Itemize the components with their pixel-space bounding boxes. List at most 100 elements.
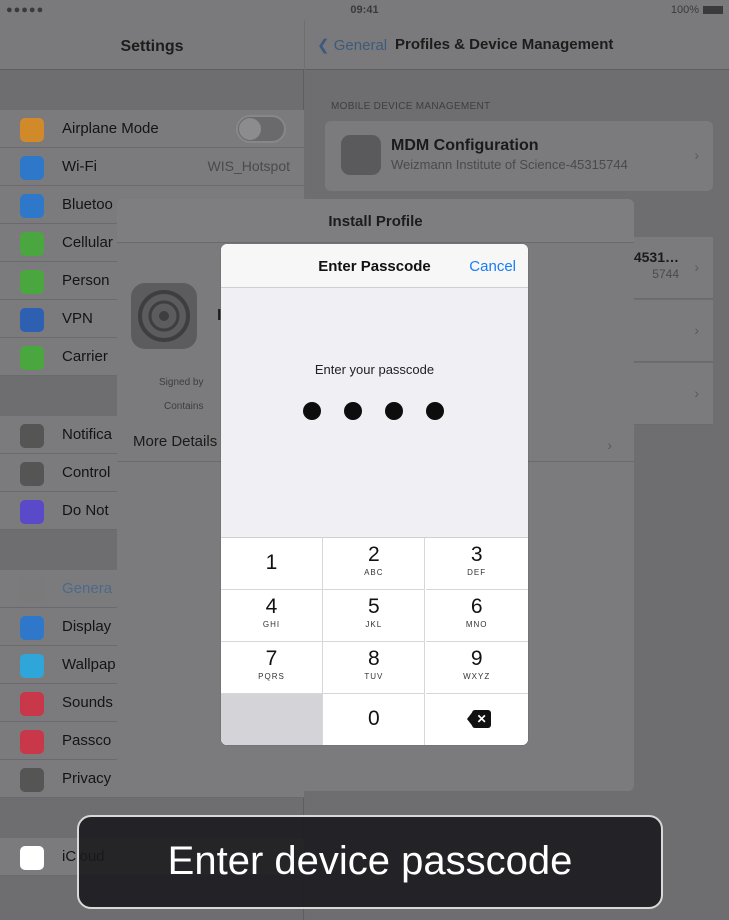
passcode-prompt: Enter your passcode: [314, 362, 435, 377]
sounds-icon: [20, 692, 44, 716]
key-4[interactable]: 4 GHI: [221, 590, 323, 642]
detail-title: Profiles & Device Management: [395, 36, 614, 53]
keypad-blank: [221, 694, 323, 745]
key-digit: 6: [470, 595, 483, 618]
key-letters: TUV: [364, 672, 384, 681]
settings-row-label: Cellular: [62, 234, 113, 251]
key-0[interactable]: 0: [323, 694, 426, 745]
mdm-subtitle: Weizmann Institute of Science-45315744: [391, 157, 628, 172]
key-digit: 5: [367, 595, 380, 618]
settings-row[interactable]: Wi-Fi WIS_Hotspot: [0, 148, 304, 186]
key-6[interactable]: 6 MNO: [425, 590, 528, 642]
wallpaper-icon: [20, 654, 44, 678]
sheet-header: Install Profile: [117, 199, 634, 243]
key-8[interactable]: 8 TUV: [323, 642, 426, 694]
detail-header: ❮ General Profiles & Device Management: [305, 20, 729, 70]
passcode-dots: [303, 402, 446, 422]
key-digit: 2: [367, 543, 380, 566]
settings-row-label: Person: [62, 272, 110, 289]
phone-icon: [20, 346, 44, 370]
lock-icon: [20, 730, 44, 754]
key-letters: PQRS: [258, 672, 285, 681]
settings-row-label: Wallpap: [62, 656, 116, 673]
chevron-right-icon: ›: [694, 259, 699, 275]
profile-row-subtitle: 5744: [652, 267, 679, 281]
battery-percent: 100%: [670, 4, 699, 16]
chevron-right-icon: ›: [607, 437, 612, 453]
key-letters: ABC: [364, 568, 384, 577]
settings-row-label: VPN: [62, 310, 93, 327]
battery-icon: [703, 6, 723, 14]
signed-by-label: Signed by: [159, 377, 204, 388]
key-9[interactable]: 9 WXYZ: [425, 642, 528, 694]
contains-label: Contains: [164, 401, 204, 412]
hand-icon: [20, 768, 44, 792]
settings-row-label: Passco: [62, 732, 112, 749]
clock: 09:41: [350, 4, 379, 16]
wifi-icon: [20, 156, 44, 180]
key-digit: 3: [470, 543, 483, 566]
backspace-icon: ✕: [466, 710, 491, 728]
vpn-icon: [20, 308, 44, 332]
back-button[interactable]: ❮ General: [317, 36, 387, 54]
settings-row-label: Genera: [62, 580, 113, 597]
settings-row-label: Sounds: [62, 694, 113, 711]
airplane-toggle[interactable]: [236, 115, 286, 143]
key-7[interactable]: 7 PQRS: [221, 642, 323, 694]
settings-header: Settings: [0, 20, 304, 70]
key-digit: 4: [265, 595, 278, 618]
moon-icon: [20, 500, 44, 524]
settings-title: Settings: [120, 38, 184, 55]
passcode-dot: [426, 402, 444, 420]
key-2[interactable]: 2 ABC: [323, 538, 426, 590]
mdm-name: MDM Configuration: [391, 137, 539, 154]
bluetooth-icon: [20, 194, 44, 218]
passcode-dot: [385, 402, 403, 420]
sheet-title: Install Profile: [328, 213, 423, 230]
key-5[interactable]: 5 JKL: [323, 590, 426, 642]
passcode-header: Enter Passcode Cancel: [221, 244, 528, 288]
caption-text: Enter device passcode: [167, 839, 573, 883]
key-letters: JKL: [365, 620, 383, 629]
number-keypad: 1 2 ABC 3 DEF 4 GHI 5 JKL 6 MNO 7 PQRS 8 TUV 9 WXYZ 0 ✕: [221, 537, 528, 745]
airplane-icon: [20, 118, 44, 142]
gear-icon: [341, 135, 381, 175]
passcode-panel: Enter Passcode Cancel Enter your passcod…: [221, 244, 528, 745]
key-digit: 1: [265, 551, 278, 574]
key-letters: WXYZ: [463, 672, 491, 681]
status-bar: ●●●●● 09:41 100%: [0, 0, 729, 20]
notifications-icon: [20, 424, 44, 448]
settings-row-label: Carrier: [62, 348, 108, 365]
cloud-icon: [20, 846, 44, 870]
key-digit: 8: [367, 647, 380, 670]
key-3[interactable]: 3 DEF: [425, 538, 528, 590]
caption-overlay: Enter device passcode: [77, 815, 663, 909]
chevron-right-icon: ›: [694, 147, 699, 163]
key-digit: 0: [367, 707, 380, 730]
hotspot-icon: [20, 270, 44, 294]
more-details-link[interactable]: More Details: [133, 433, 217, 450]
settings-row[interactable]: Airplane Mode: [0, 110, 304, 148]
display-icon: [20, 616, 44, 640]
key-1[interactable]: 1: [221, 538, 323, 590]
gear-icon: [20, 578, 44, 602]
delete-key[interactable]: ✕: [425, 694, 528, 745]
settings-row-label: Notifica: [62, 426, 113, 443]
key-digit: 7: [265, 647, 278, 670]
settings-row-label: Do Not: [62, 502, 109, 519]
passcode-dot: [344, 402, 362, 420]
mdm-configuration-row[interactable]: MDM Configuration Weizmann Institute of …: [325, 121, 713, 191]
settings-row-label: Bluetoo: [62, 196, 113, 213]
settings-row-value: WIS_Hotspot: [207, 158, 290, 174]
back-label: General: [333, 37, 388, 54]
key-letters: MNO: [465, 620, 488, 629]
cellular-icon: [20, 232, 44, 256]
passcode-dot: [303, 402, 321, 420]
settings-row-label: Display: [62, 618, 112, 635]
cancel-button[interactable]: Cancel: [469, 258, 516, 275]
chevron-right-icon: ›: [694, 322, 699, 338]
settings-row-label: Airplane Mode: [62, 120, 159, 137]
control-center-icon: [20, 462, 44, 486]
settings-row-label: Control: [62, 464, 111, 481]
profile-row-title: 4531…: [633, 249, 679, 265]
